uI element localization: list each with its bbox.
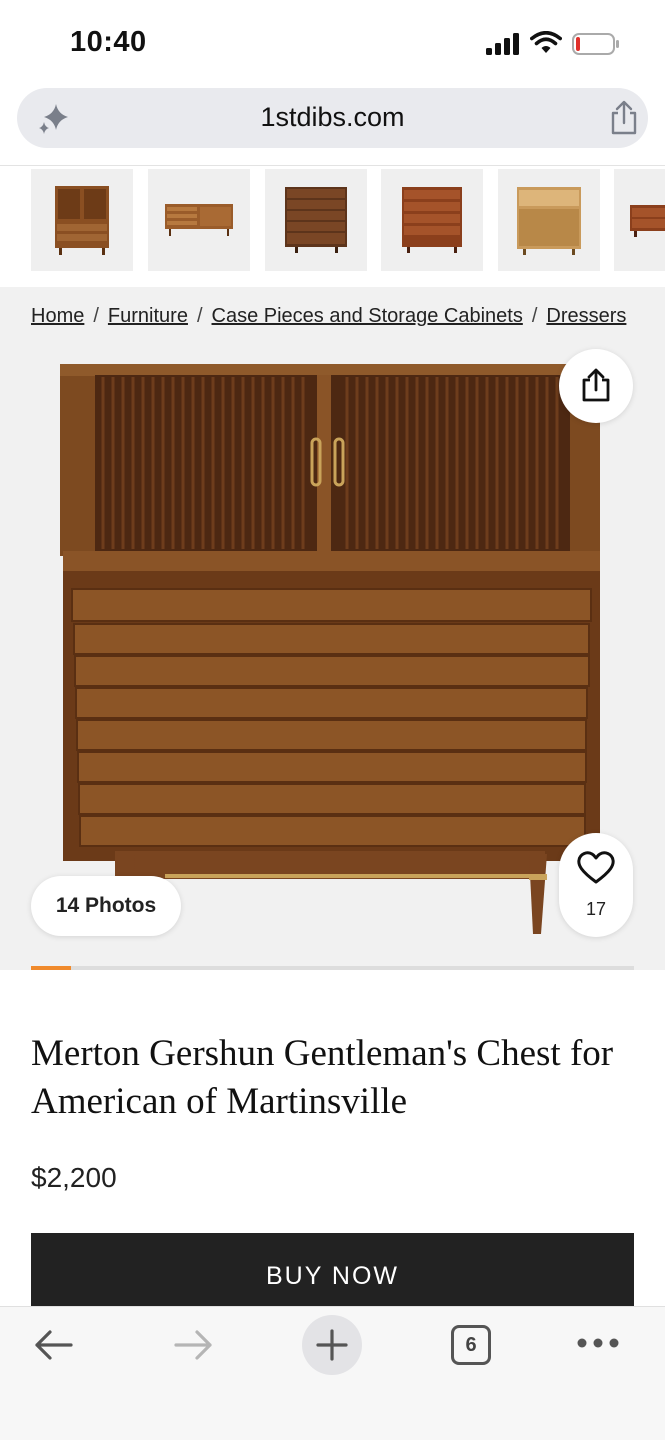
credenza-icon — [165, 204, 233, 236]
back-arrow-icon[interactable] — [33, 1329, 75, 1361]
cellular-signal-icon — [486, 33, 519, 55]
breadcrumb: Home / Furniture / Case Pieces and Storage C… — [31, 305, 626, 328]
tabs-button[interactable]: 6 — [451, 1325, 491, 1365]
favorite-button[interactable]: 17 — [559, 833, 633, 937]
share-icon[interactable] — [607, 100, 641, 136]
wifi-icon — [530, 31, 562, 53]
thumbnail-1[interactable] — [31, 169, 133, 271]
thumbnail-2[interactable] — [148, 169, 250, 271]
product-price: $2,200 — [31, 1162, 117, 1193]
share-icon — [582, 368, 610, 402]
photos-count-button[interactable]: 14 Photos — [31, 876, 181, 936]
thumbnail-5[interactable] — [498, 169, 600, 271]
breadcrumb-dressers[interactable]: Dressers — [546, 305, 626, 327]
favorite-count: 17 — [585, 899, 607, 919]
more-icon[interactable] — [576, 1337, 620, 1349]
thumbnail-4[interactable] — [381, 169, 483, 271]
breadcrumb-separator: / — [531, 305, 538, 327]
highboy-chest-icon — [55, 186, 109, 255]
thumbnail-strip[interactable] — [0, 167, 665, 273]
breadcrumb-furniture[interactable]: Furniture — [108, 305, 188, 327]
status-bar: 10:40 — [0, 0, 665, 86]
product-main-image[interactable] — [55, 359, 610, 939]
divider — [0, 165, 665, 166]
browser-toolbar: 6 — [0, 1306, 665, 1440]
heart-icon — [577, 851, 615, 884]
breadcrumb-case-pieces[interactable]: Case Pieces and Storage Cabinets — [212, 305, 523, 327]
plus-icon — [316, 1329, 348, 1361]
breadcrumb-separator: / — [196, 305, 203, 327]
gallery-progress-bar — [31, 966, 634, 970]
thumbnail-6[interactable] — [614, 169, 665, 271]
breadcrumb-home[interactable]: Home — [31, 305, 84, 327]
address-bar[interactable]: 1stdibs.com — [17, 88, 648, 148]
status-time: 10:40 — [70, 26, 147, 58]
product-gallery[interactable]: Home / Furniture / Case Pieces and Storage C… — [0, 287, 665, 970]
url-text[interactable]: 1stdibs.com — [17, 102, 648, 133]
image-share-button[interactable] — [559, 349, 633, 423]
buy-now-button[interactable]: BUY NOW — [31, 1233, 634, 1315]
forward-arrow-icon[interactable] — [172, 1329, 214, 1361]
tall-dresser-icon — [285, 187, 347, 253]
battery-low-icon — [572, 33, 619, 55]
dresser-icon — [402, 187, 462, 253]
gallery-progress-fill — [31, 966, 71, 970]
breadcrumb-separator: / — [93, 305, 99, 327]
thumbnail-3[interactable] — [265, 169, 367, 271]
new-tab-button[interactable] — [302, 1315, 362, 1375]
product-title: Merton Gershun Gentleman's Chest for Ame… — [31, 1033, 614, 1122]
light-dresser-icon — [517, 187, 581, 255]
dresser-partial-icon — [630, 205, 665, 237]
